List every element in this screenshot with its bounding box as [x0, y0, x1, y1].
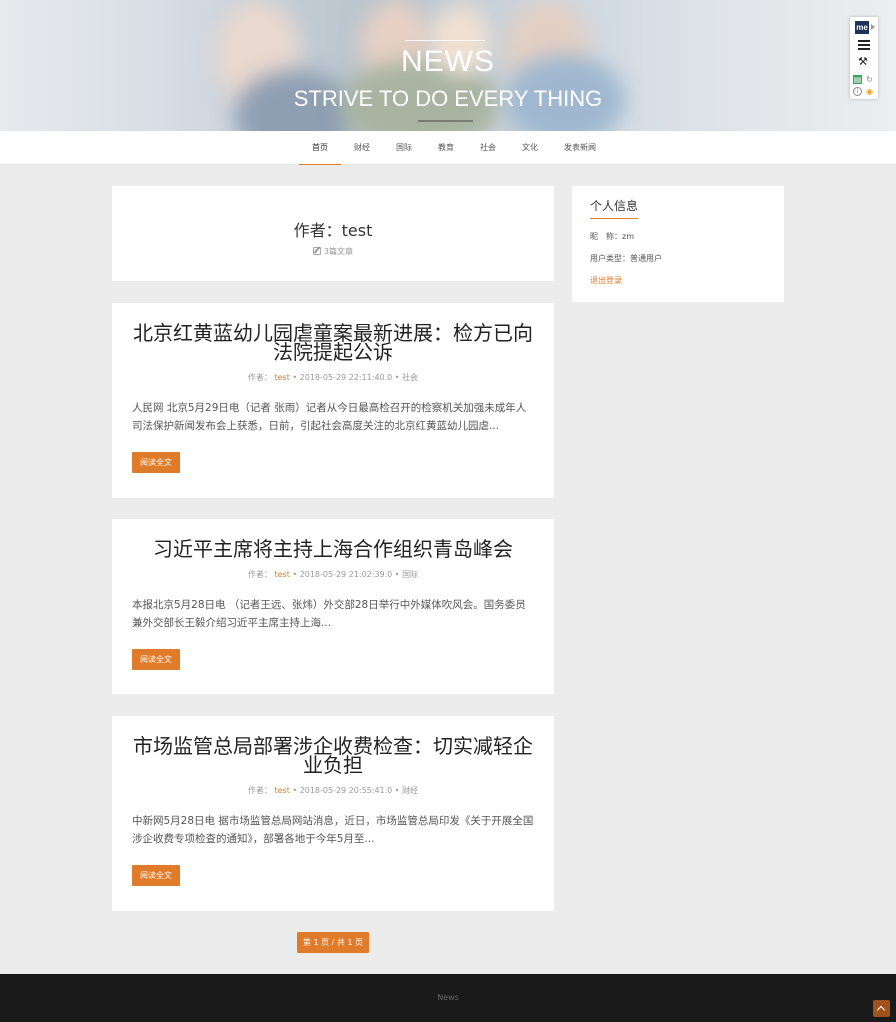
author-label: 作者： — [247, 373, 272, 382]
author-heading: 作者：test — [293, 221, 373, 240]
magic-wand-icon[interactable]: ⚒ — [858, 56, 871, 68]
expand-arrow-icon[interactable] — [871, 24, 875, 30]
back-to-top-button[interactable] — [873, 1000, 890, 1017]
author-link[interactable]: test — [274, 570, 289, 579]
pagination[interactable]: 第 1 页 / 共 1 页 — [297, 932, 369, 953]
nav-item-culture[interactable]: 文化 — [509, 131, 551, 165]
author-link[interactable]: test — [274, 786, 289, 795]
article-meta: 作者： test • 2018-05-29 20:55:41.0 • 财经 — [132, 785, 534, 796]
footer-text: News — [437, 993, 459, 1002]
article-card: 市场监管总局部署涉企收费检查：切实减轻企业负担 作者： test • 2018-… — [112, 716, 554, 911]
article-category[interactable]: 社会 — [402, 373, 418, 382]
banner-divider-top — [405, 40, 485, 41]
article-card: 习近平主席将主持上海合作组织青岛峰会 作者： test • 2018-05-29… — [112, 519, 554, 694]
article-summary: 本报北京5月28日电 （记者王远、张炜）外交部28日举行中外媒体吹风会。国务委员… — [132, 599, 526, 629]
banner-title: NEWS — [401, 45, 495, 78]
article-category[interactable]: 国际 — [402, 570, 418, 579]
article-count: 3篇文章 — [112, 246, 554, 257]
article-summary: 人民网 北京5月29日电（记者 张雨）记者从今日最高检召开的检察机关加强未成年人… — [132, 402, 527, 432]
info-icon[interactable]: i — [853, 87, 862, 96]
refresh-icon[interactable]: ↻ — [865, 75, 874, 84]
author-label: 作者： — [247, 786, 272, 795]
nav-item-finance[interactable]: 财经 — [341, 131, 383, 165]
footer: News — [0, 974, 896, 1022]
author-label: 作者： — [247, 570, 272, 579]
author-link[interactable]: test — [274, 373, 289, 382]
article-datetime: • 2018-05-29 20:55:41.0 • — [292, 786, 400, 795]
banner-divider-bottom — [418, 120, 473, 122]
edit-icon — [312, 247, 321, 255]
profile-user-type: 用户类型：普通用户 — [590, 254, 662, 263]
article-category[interactable]: 财经 — [402, 786, 418, 795]
article-title[interactable]: 北京红黄蓝幼儿园虐童案最新进展：检方已向法院提起公诉 — [132, 323, 534, 362]
nav-item-education[interactable]: 教育 — [425, 131, 467, 165]
article-meta: 作者： test • 2018-05-29 22:11:40.0 • 社会 — [132, 372, 534, 383]
eye-icon[interactable]: ◉ — [865, 87, 874, 96]
profile-title: 个人信息 — [590, 197, 639, 219]
main-nav: 首页 财经 国际 教育 社会 文化 发表新闻 — [0, 131, 896, 165]
nav-item-publish-news[interactable]: 发表新闻 — [551, 131, 609, 165]
me-logo-icon[interactable]: me — [855, 21, 869, 34]
article-title[interactable]: 市场监管总局部署涉企收费检查：切实减轻企业负担 — [132, 736, 534, 775]
article-meta: 作者： test • 2018-05-29 21:02:39.0 • 国际 — [132, 569, 534, 580]
extension-toolbar: me ⚒ ▤ ↻ i ◉ — [850, 17, 878, 99]
read-more-button[interactable]: 阅读全文 — [132, 649, 180, 670]
author-header-card: 作者：test 3篇文章 — [112, 186, 554, 281]
article-title[interactable]: 习近平主席将主持上海合作组织青岛峰会 — [132, 539, 534, 559]
profile-sidebar: 个人信息 昵 称：zm 用户类型：普通用户 退出登录 — [572, 186, 784, 302]
article-card: 北京红黄蓝幼儿园虐童案最新进展：检方已向法院提起公诉 作者： test • 20… — [112, 303, 554, 498]
article-datetime: • 2018-05-29 21:02:39.0 • — [292, 570, 400, 579]
read-more-button[interactable]: 阅读全文 — [132, 452, 180, 473]
translate-icon[interactable]: ▤ — [853, 75, 862, 84]
nav-item-society[interactable]: 社会 — [467, 131, 509, 165]
nav-item-international[interactable]: 国际 — [383, 131, 425, 165]
article-count-text: 3篇文章 — [323, 247, 354, 256]
profile-nickname: 昵 称：zm — [590, 232, 634, 241]
banner-subtitle: STRIVE TO DO EVERY THING — [293, 86, 603, 111]
article-datetime: • 2018-05-29 22:11:40.0 • — [292, 373, 400, 382]
header-banner: NEWS STRIVE TO DO EVERY THING — [0, 0, 896, 131]
article-summary: 中新网5月28日电 据市场监管总局网站消息，近日，市场监管总局印发《关于开展全国… — [132, 815, 534, 845]
nav-item-home[interactable]: 首页 — [299, 131, 341, 165]
read-more-button[interactable]: 阅读全文 — [132, 865, 180, 886]
logout-link[interactable]: 退出登录 — [590, 275, 766, 286]
menu-icon[interactable] — [858, 40, 870, 52]
